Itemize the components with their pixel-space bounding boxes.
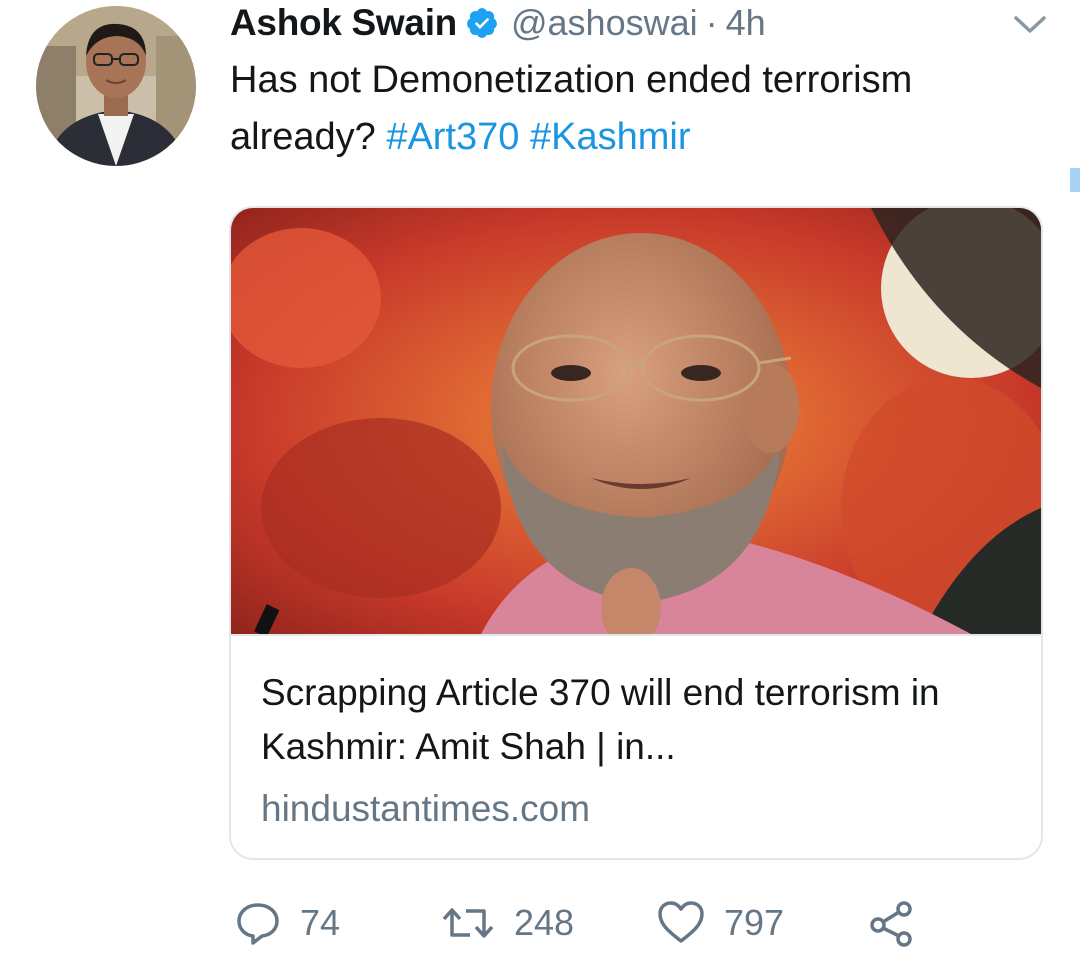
separator-dot: · xyxy=(705,2,718,43)
avatar[interactable] xyxy=(36,6,196,166)
hashtag-art370[interactable]: #Art370 xyxy=(386,116,519,158)
tweet[interactable]: Ashok Swain @ashoswai · 4h Has not Demon… xyxy=(0,0,1080,973)
display-name[interactable]: Ashok Swain xyxy=(230,2,457,44)
tweet-actions: 74 248 797 xyxy=(234,895,934,951)
card-title[interactable]: Scrapping Article 370 will end terrorism… xyxy=(261,666,1021,774)
card-image xyxy=(231,208,1041,636)
tweet-text: Has not Demonetization ended terrorism a… xyxy=(230,52,1060,166)
avatar-image xyxy=(36,6,196,166)
link-card[interactable]: Scrapping Article 370 will end terrorism… xyxy=(229,206,1043,860)
retweet-button[interactable]: 248 xyxy=(440,895,574,951)
hashtag-kashmir[interactable]: #Kashmir xyxy=(530,116,691,158)
user-handle[interactable]: @ashoswai xyxy=(511,2,698,44)
tweet-header: Ashok Swain @ashoswai · 4h xyxy=(230,0,766,46)
reply-icon xyxy=(234,899,282,947)
chevron-down-icon[interactable] xyxy=(1012,12,1048,36)
verified-badge-icon xyxy=(465,6,499,40)
retweet-icon xyxy=(440,899,496,947)
reply-button[interactable]: 74 xyxy=(234,895,340,951)
like-button[interactable]: 797 xyxy=(656,895,784,951)
heart-icon xyxy=(656,899,706,947)
scroll-indicator xyxy=(1070,168,1080,192)
share-button[interactable] xyxy=(868,895,916,951)
retweet-count: 248 xyxy=(514,902,575,943)
card-domain: hindustantimes.com xyxy=(261,788,591,829)
like-count: 797 xyxy=(724,902,785,943)
share-icon xyxy=(868,899,916,947)
timestamp[interactable]: 4h xyxy=(726,2,766,44)
reply-count: 74 xyxy=(300,902,341,943)
